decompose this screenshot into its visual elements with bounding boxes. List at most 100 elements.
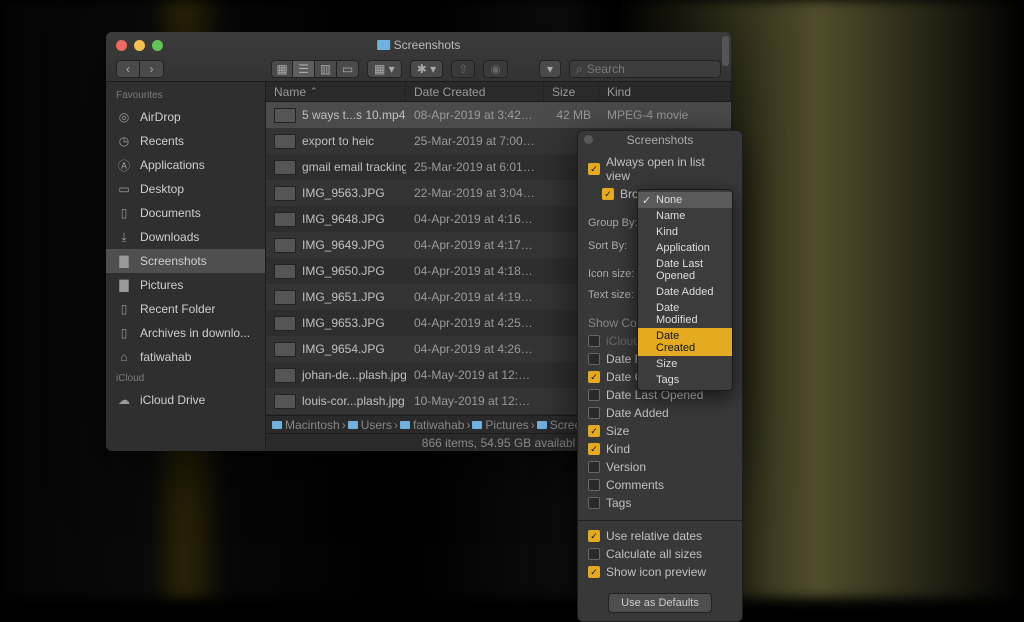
use-as-defaults-button[interactable]: Use as Defaults [608, 593, 712, 613]
sidebar-item-recents[interactable]: ◷Recents [106, 129, 265, 153]
column-toggle-tags[interactable]: Tags [588, 494, 732, 512]
menu-item-size[interactable]: Size [638, 356, 732, 372]
file-name: export to heic [302, 134, 374, 148]
sidebar-item-documents[interactable]: ▯ Documents [106, 201, 265, 225]
list-view-button[interactable]: ☰ [293, 60, 315, 78]
column-size[interactable]: Size [544, 82, 599, 101]
menu-item-tags[interactable]: Tags [638, 372, 732, 388]
column-kind[interactable]: Kind [599, 82, 731, 101]
file-thumbnail-icon [274, 134, 296, 149]
menu-item-date-modified[interactable]: Date Modified [638, 300, 732, 328]
minimize-window-button[interactable] [134, 40, 145, 51]
column-toggle-version[interactable]: Version [588, 458, 732, 476]
menu-item-date-created[interactable]: Date Created [638, 328, 732, 356]
panel-title: Screenshots [578, 131, 742, 149]
sidebar-item-applications[interactable]: Ⓐ Applications [106, 153, 265, 177]
chevron-right-icon: › [394, 418, 398, 432]
file-date: 04-Apr-2019 at 4:25 am [406, 316, 544, 330]
clock-icon: ◷ [116, 134, 132, 148]
sidebar-item-desktop[interactable]: ▭Desktop [106, 177, 265, 201]
sidebar-item-label: Archives in downlo... [140, 326, 250, 340]
file-date: 04-Apr-2019 at 4:17 am [406, 238, 544, 252]
sidebar-item-airdrop[interactable]: ◎AirDrop [106, 105, 265, 129]
file-date: 08-Apr-2019 at 3:42 am [406, 108, 544, 122]
doc-icon: ▯ [116, 302, 132, 316]
folder-icon: ▇ [116, 254, 132, 268]
fullscreen-window-button[interactable] [152, 40, 163, 51]
menu-item-kind[interactable]: Kind [638, 224, 732, 240]
file-date: 04-Apr-2019 at 4:16 am [406, 212, 544, 226]
file-name: IMG_9649.JPG [302, 238, 385, 252]
menu-item-date-last-opened[interactable]: Date Last Opened [638, 256, 732, 284]
show-preview-checkbox[interactable]: ✓Show icon preview [588, 563, 732, 581]
dropdown-button[interactable]: ▾ [539, 60, 561, 78]
menu-item-none[interactable]: None [638, 192, 732, 208]
file-name: gmail email tracking [302, 160, 406, 174]
sidebar-item-recent-folder[interactable]: ▯Recent Folder [106, 297, 265, 321]
sidebar-item-screenshots[interactable]: ▇ Screenshots [106, 249, 265, 273]
file-thumbnail-icon [274, 342, 296, 357]
back-button[interactable]: ‹ [116, 60, 140, 78]
app-icon: Ⓐ [116, 158, 132, 172]
chevron-right-icon: › [466, 418, 470, 432]
window-title-text: Screenshots [394, 38, 461, 52]
sidebar-item-label: Documents [140, 206, 201, 220]
doc-icon: ▯ [116, 206, 132, 220]
sidebar-item-icloud-drive[interactable]: ☁iCloud Drive [106, 388, 265, 412]
file-name: IMG_9654.JPG [302, 342, 385, 356]
path-segment[interactable]: Macintosh [272, 418, 340, 432]
gallery-view-button[interactable]: ▭ [337, 60, 359, 78]
column-toggle-comments[interactable]: Comments [588, 476, 732, 494]
close-window-button[interactable] [116, 40, 127, 51]
path-segment[interactable]: fatiwahab [400, 418, 464, 432]
forward-button[interactable]: › [140, 60, 164, 78]
sidebar-item-archives-in-downlo-[interactable]: ▯Archives in downlo... [106, 321, 265, 345]
column-toggle-date-added[interactable]: Date Added [588, 404, 732, 422]
relative-dates-checkbox[interactable]: ✓Use relative dates [588, 527, 732, 545]
sidebar-item-label: Screenshots [140, 254, 207, 268]
path-segment[interactable]: Pictures [472, 418, 528, 432]
sidebar-item-label: Applications [140, 158, 205, 172]
search-icon: ⌕ [576, 62, 583, 77]
file-thumbnail-icon [274, 160, 296, 175]
share-button[interactable]: ⇧ [451, 60, 475, 78]
sidebar-section-label: iCloud [106, 369, 265, 388]
sidebar-item-fatiwahab[interactable]: ⌂fatiwahab [106, 345, 265, 369]
column-toggle-size[interactable]: ✓Size [588, 422, 732, 440]
chevron-right-icon: › [342, 418, 346, 432]
panel-close-button[interactable] [584, 135, 593, 144]
file-thumbnail-icon [274, 108, 296, 123]
menu-item-application[interactable]: Application [638, 240, 732, 256]
menu-item-name[interactable]: Name [638, 208, 732, 224]
file-thumbnail-icon [274, 316, 296, 331]
column-toggle-kind[interactable]: ✓Kind [588, 440, 732, 458]
file-thumbnail-icon [274, 368, 296, 383]
file-thumbnail-icon [274, 290, 296, 305]
tags-button[interactable]: ◉ [483, 60, 507, 78]
calc-sizes-checkbox[interactable]: Calculate all sizes [588, 545, 732, 563]
file-name: IMG_9653.JPG [302, 316, 385, 330]
path-segment[interactable]: Users [348, 418, 392, 432]
search-field[interactable]: ⌕ Search [569, 60, 721, 78]
file-row[interactable]: 5 ways t...s 10.mp408-Apr-2019 at 3:42 a… [266, 102, 731, 128]
download-icon: ⤓ [116, 230, 132, 244]
icon-view-button[interactable]: ▦ [271, 60, 293, 78]
arrange-button[interactable]: ▦ ▾ [367, 60, 402, 78]
file-size: 42 MB [544, 108, 599, 122]
titlebar: Screenshots ‹ › ▦ ☰ ▥ ▭ ▦ ▾ ✱ ▾ ⇧ ◉ ▾ ⌕ … [106, 32, 731, 82]
sidebar-item-label: fatiwahab [140, 350, 191, 364]
sidebar: Favourites◎AirDrop◷RecentsⒶApplications▭… [106, 82, 266, 451]
menu-item-date-added[interactable]: Date Added [638, 284, 732, 300]
column-name[interactable]: Name⌃ [266, 82, 406, 101]
sidebar-item-pictures[interactable]: ▇Pictures [106, 273, 265, 297]
column-view-button[interactable]: ▥ [315, 60, 337, 78]
action-button[interactable]: ✱ ▾ [410, 60, 443, 78]
file-date: 25-Mar-2019 at 6:01 am [406, 160, 544, 174]
column-date-created[interactable]: Date Created [406, 82, 544, 101]
file-date: 04-Apr-2019 at 4:19 am [406, 290, 544, 304]
group-by-menu[interactable]: NoneNameKindApplicationDate Last OpenedD… [637, 189, 733, 391]
folder-icon [272, 421, 282, 429]
always-list-checkbox[interactable]: ✓Always open in list view [588, 153, 732, 185]
airdrop-icon: ◎ [116, 110, 132, 124]
sidebar-item-downloads[interactable]: ⤓Downloads [106, 225, 265, 249]
